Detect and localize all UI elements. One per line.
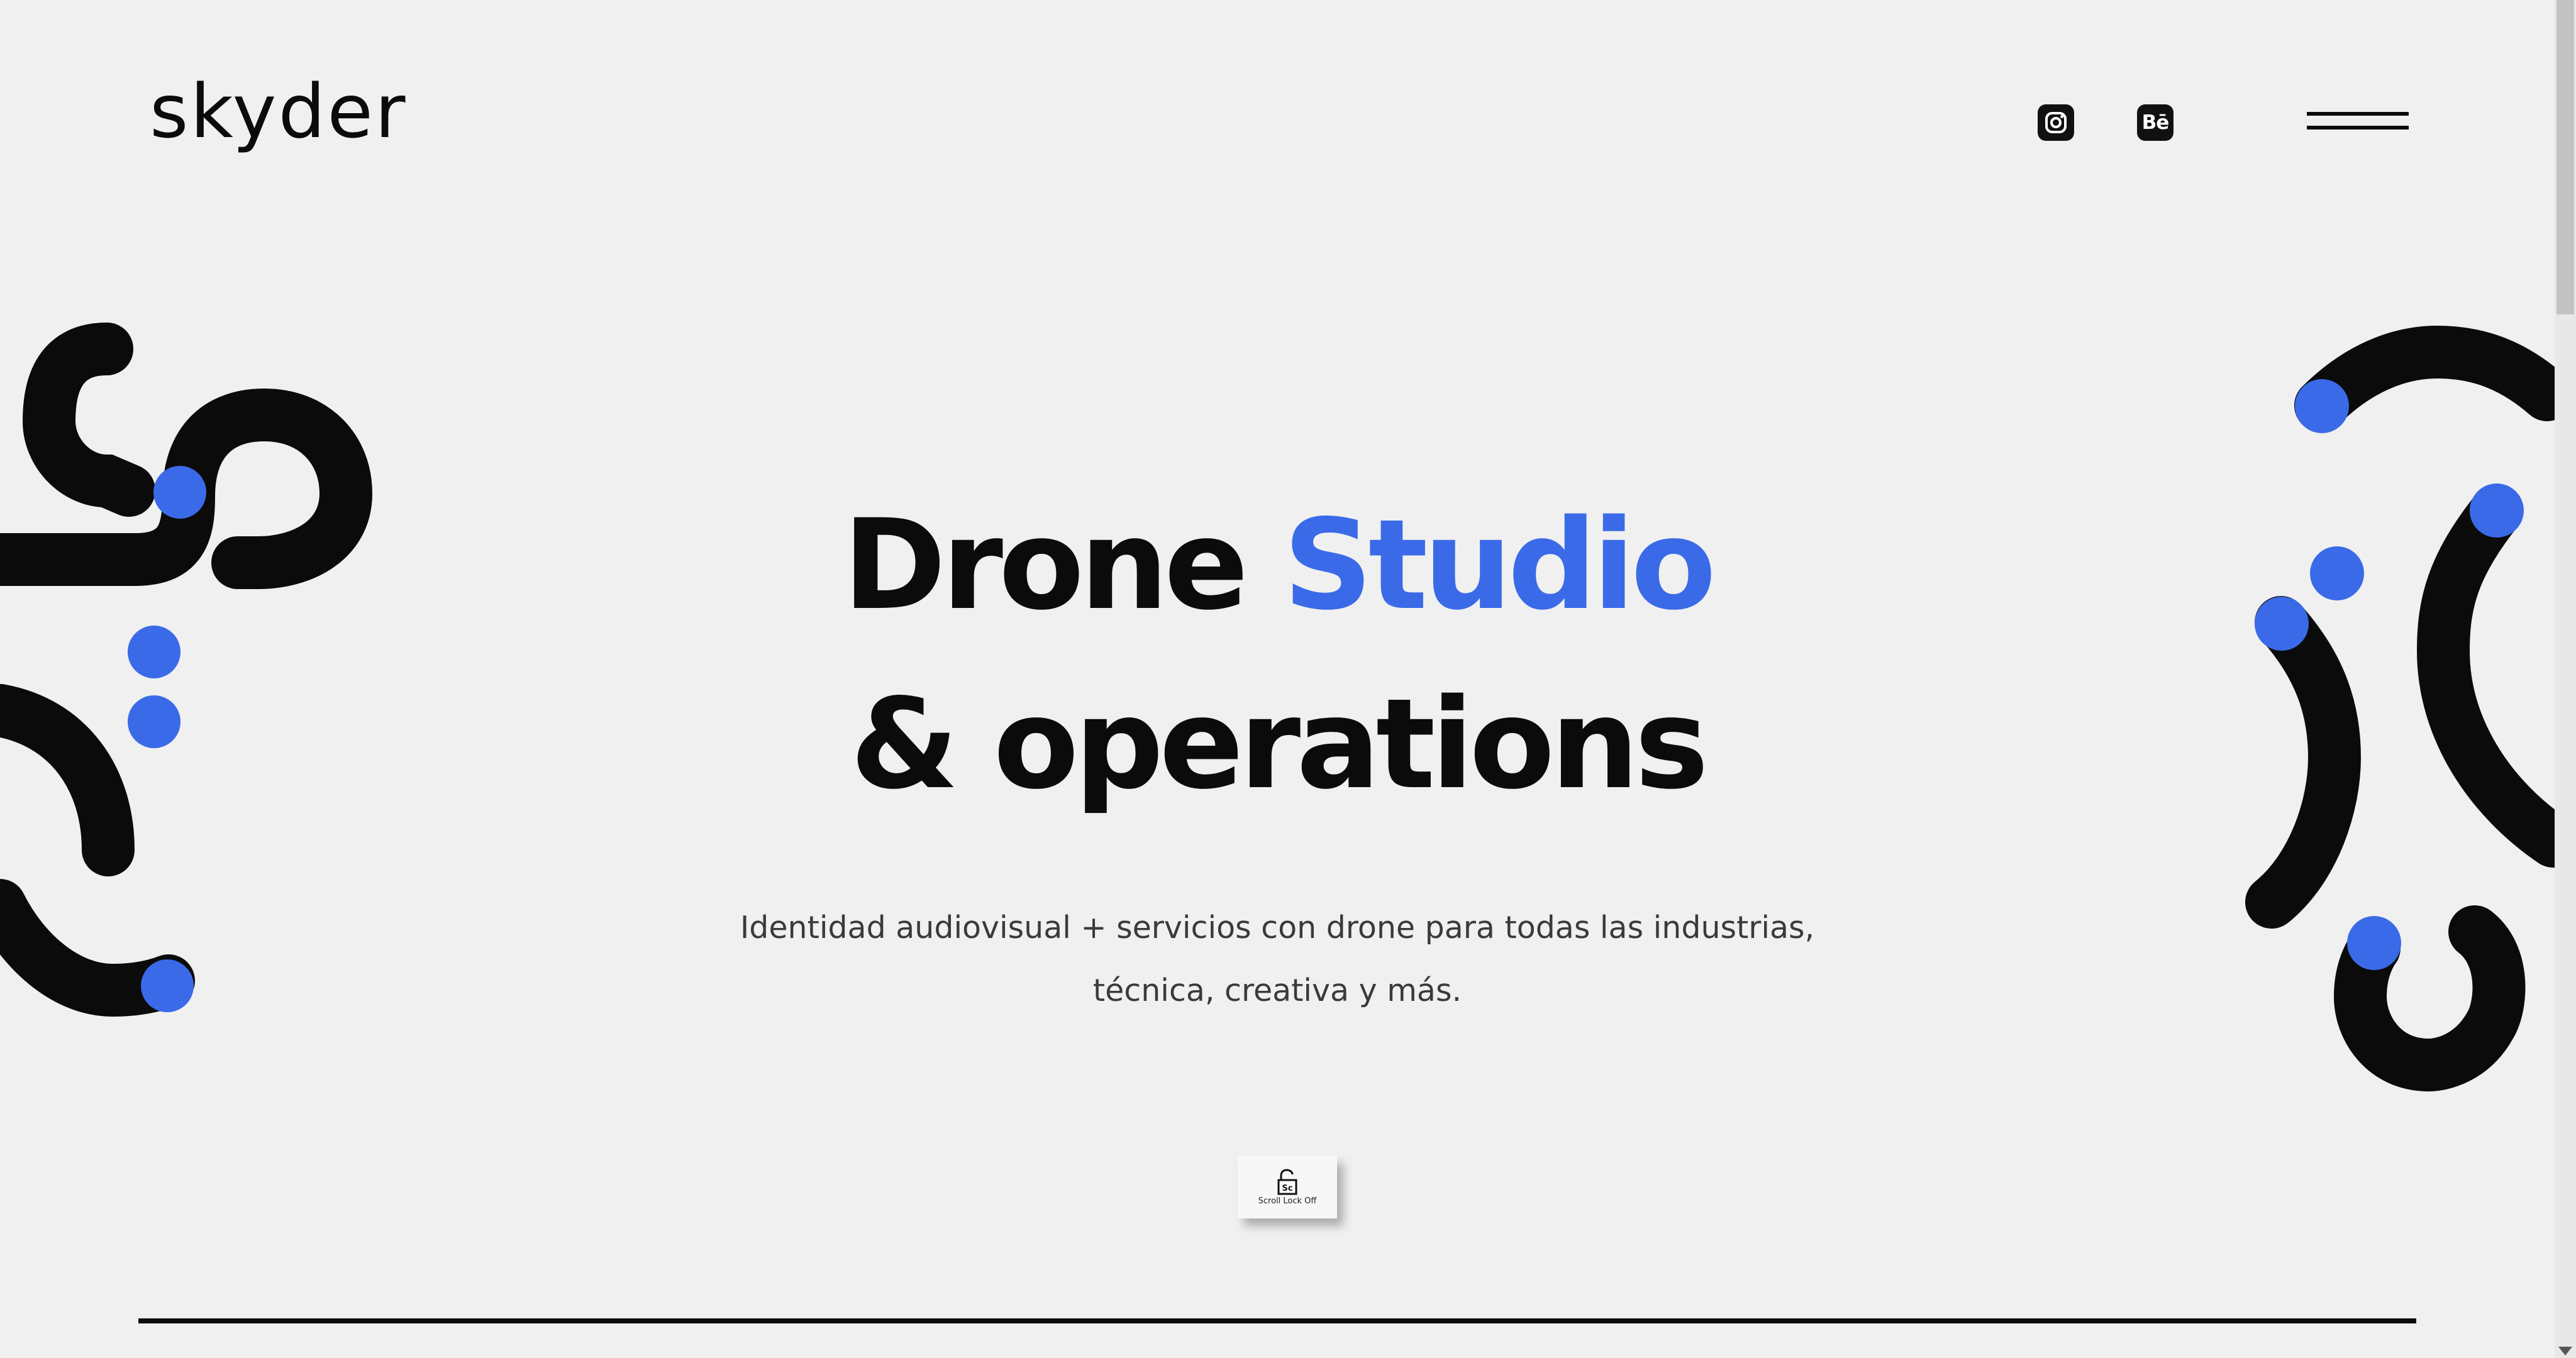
unlocked-padlock-icon: Sc: [1277, 1168, 1297, 1195]
hero-subtitle-line-1: Identidad audiovisual + servicios con dr…: [740, 910, 1815, 946]
scroll-down-arrow-icon[interactable]: [2558, 1347, 2572, 1355]
hero-title-text: Drone: [842, 492, 1284, 638]
hero-subtitle-line-2: técnica, creativa y más.: [1092, 973, 1462, 1008]
instagram-link[interactable]: [2038, 104, 2074, 141]
scroll-lock-indicator: Sc Scroll Lock Off: [1238, 1156, 1337, 1218]
section-divider: [138, 1318, 2416, 1323]
hero-title-line-1: Drone Studio: [0, 503, 2555, 627]
scrollbar-thumb[interactable]: [2557, 0, 2574, 314]
vertical-scrollbar[interactable]: [2555, 0, 2576, 1358]
page: skyder Bē Drone Studio & operations Iden…: [0, 0, 2555, 1358]
instagram-icon: [2045, 112, 2067, 133]
scroll-lock-label: Scroll Lock Off: [1258, 1196, 1317, 1206]
hero-title-line-2: & operations: [850, 671, 1709, 817]
hero-title-accent: Studio: [1283, 492, 1716, 638]
scroll-lock-key-label: Sc: [1282, 1184, 1292, 1193]
